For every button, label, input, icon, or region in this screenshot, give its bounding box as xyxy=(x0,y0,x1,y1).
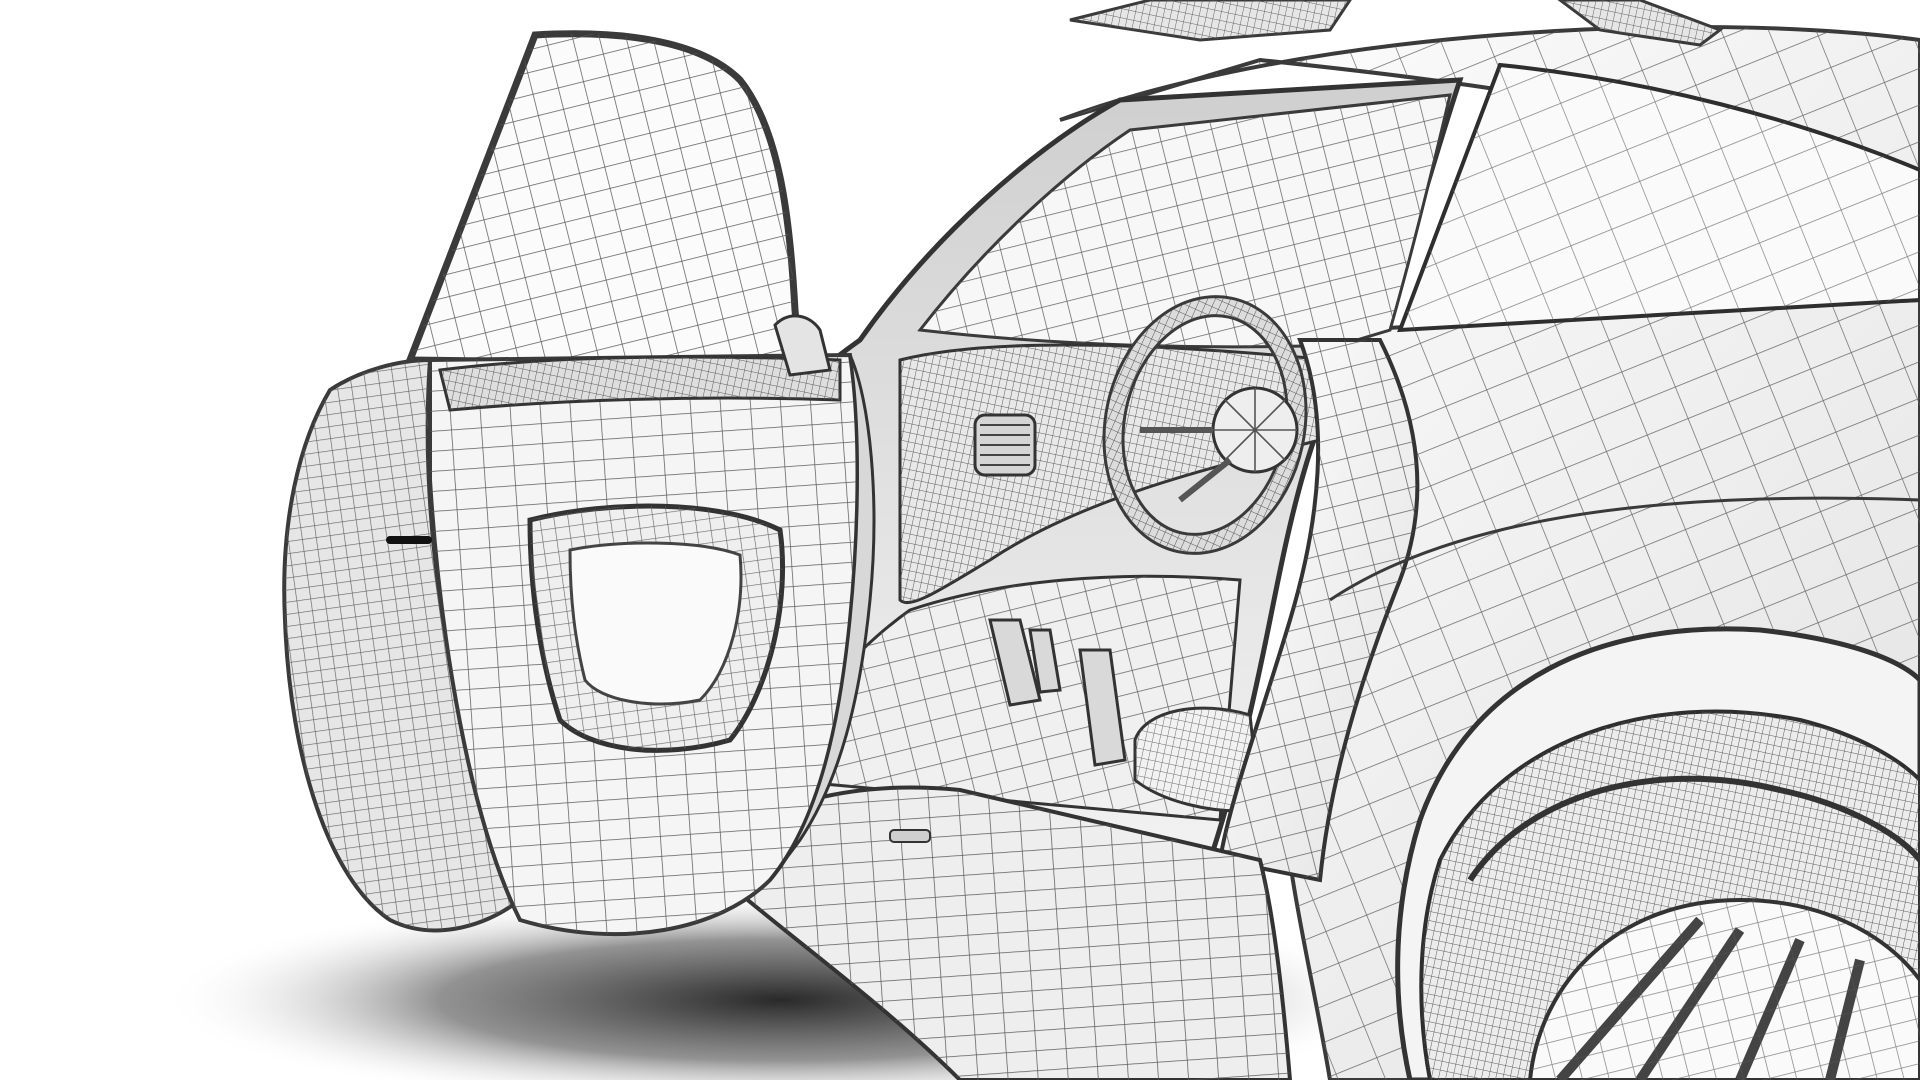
door-speaker-pocket xyxy=(568,541,743,706)
door-handle xyxy=(386,536,432,544)
car-wireframe-render xyxy=(160,0,1920,1080)
render-viewport xyxy=(0,0,1920,1080)
open-door xyxy=(282,30,860,937)
